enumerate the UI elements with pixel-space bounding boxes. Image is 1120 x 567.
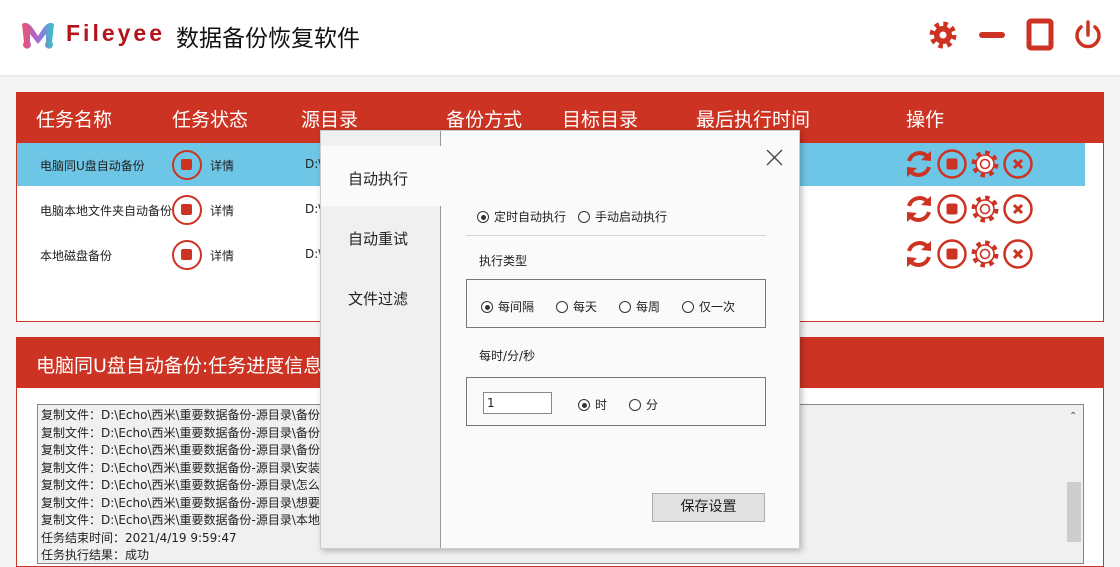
detail-link[interactable]: 详情 xyxy=(210,202,234,219)
nav-file-filter[interactable]: 文件过滤 xyxy=(321,266,441,326)
task-settings-dialog: 自动执行 自动重试 文件过滤 定时自动执行 手动启动执行 执行类型 每间隔 每天… xyxy=(320,130,800,549)
header-last-run: 最后执行时间 xyxy=(696,109,811,131)
type-label: 执行类型 xyxy=(479,254,528,268)
detail-link[interactable]: 详情 xyxy=(210,157,234,174)
interval-input[interactable]: 1 xyxy=(483,392,552,414)
header-target-dir: 目标目录 xyxy=(562,109,639,131)
radio-icon xyxy=(682,301,694,313)
radio-scheduled[interactable]: 定时自动执行 xyxy=(477,208,566,225)
task-name: 电脑同U盘自动备份 xyxy=(40,159,145,173)
status-stop-icon[interactable] xyxy=(172,150,202,180)
maximize-icon[interactable] xyxy=(1023,18,1057,52)
status-stop-icon[interactable] xyxy=(172,195,202,225)
settings-icon[interactable] xyxy=(969,193,1002,228)
delete-icon[interactable] xyxy=(1002,193,1035,228)
stop-icon[interactable] xyxy=(936,238,969,273)
radio-icon xyxy=(578,211,590,223)
row-actions xyxy=(903,238,1035,273)
interval-group: 1 时 分 xyxy=(466,377,766,426)
task-name: 电脑本地文件夹自动备份 xyxy=(40,204,173,218)
task-name: 本地磁盘备份 xyxy=(40,249,113,263)
log-scrollbar[interactable]: ⌃ xyxy=(1066,406,1082,562)
settings-icon[interactable] xyxy=(969,148,1002,183)
minimize-icon[interactable] xyxy=(975,18,1009,52)
nav-auto-run[interactable]: 自动执行 xyxy=(321,146,441,206)
refresh-icon[interactable] xyxy=(903,193,936,228)
radio-icon xyxy=(629,399,641,411)
delete-icon[interactable] xyxy=(1002,148,1035,183)
log-line: 任务执行结果：成功 xyxy=(41,548,150,562)
radio-hour[interactable]: 时 xyxy=(578,396,607,413)
radio-minute[interactable]: 分 xyxy=(629,396,658,413)
radio-icon xyxy=(619,301,631,313)
radio-icon xyxy=(578,399,590,411)
radio-interval[interactable]: 每间隔 xyxy=(481,298,534,315)
brand-name: Fileyee xyxy=(66,20,165,46)
radio-daily[interactable]: 每天 xyxy=(556,298,597,315)
scroll-up-icon[interactable]: ⌃ xyxy=(1069,408,1077,426)
delete-icon[interactable] xyxy=(1002,238,1035,273)
radio-icon xyxy=(481,301,493,313)
radio-icon xyxy=(477,211,489,223)
type-group: 每间隔 每天 每周 仅一次 xyxy=(466,279,766,328)
save-settings-button[interactable]: 保存设置 xyxy=(652,493,765,522)
stop-icon[interactable] xyxy=(936,148,969,183)
gear-icon[interactable] xyxy=(926,18,960,52)
power-icon[interactable] xyxy=(1071,18,1105,52)
radio-manual[interactable]: 手动启动执行 xyxy=(578,208,667,225)
detail-link[interactable]: 详情 xyxy=(210,247,234,264)
radio-once[interactable]: 仅一次 xyxy=(682,298,735,315)
status-stop-icon[interactable] xyxy=(172,240,202,270)
header-source-dir: 源目录 xyxy=(301,109,359,131)
stop-icon[interactable] xyxy=(936,193,969,228)
header-task-status: 任务状态 xyxy=(172,109,249,131)
settings-icon[interactable] xyxy=(969,238,1002,273)
radio-icon xyxy=(556,301,568,313)
app-title: 数据备份恢复软件 xyxy=(176,26,360,52)
settings-nav: 自动执行 自动重试 文件过滤 xyxy=(321,131,441,548)
row-actions xyxy=(903,193,1035,228)
scroll-thumb[interactable] xyxy=(1067,482,1081,542)
nav-auto-retry[interactable]: 自动重试 xyxy=(321,206,441,266)
interval-label: 每时/分/秒 xyxy=(479,349,536,363)
refresh-icon[interactable] xyxy=(903,148,936,183)
header-task-name: 任务名称 xyxy=(36,109,113,131)
divider xyxy=(466,235,766,236)
refresh-icon[interactable] xyxy=(903,238,936,273)
title-bar: Fileyee 数据备份恢复软件 xyxy=(0,0,1120,75)
header-actions: 操作 xyxy=(906,109,945,131)
close-icon[interactable] xyxy=(766,149,783,166)
radio-weekly[interactable]: 每周 xyxy=(619,298,660,315)
header-backup-mode: 备份方式 xyxy=(446,109,523,131)
row-actions xyxy=(903,148,1035,183)
fileyee-logo-icon xyxy=(22,22,54,49)
